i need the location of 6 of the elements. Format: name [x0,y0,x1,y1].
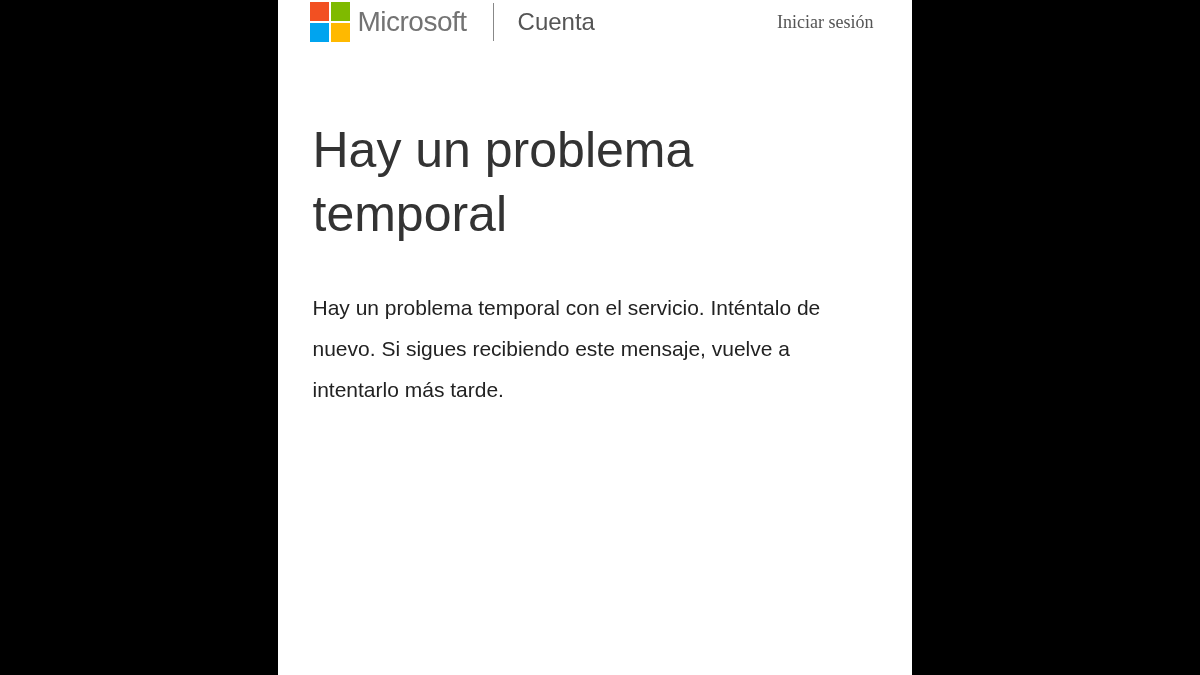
logo-icon [309,2,350,42]
error-message: Hay un problema temporal con el servicio. Inténtalo de nuevo. Si sigues recibiendo este mensaje, vuelve a intentarlo más tarde. [312,295,822,403]
section-name: Cuenta [517,8,595,36]
sign-in-link[interactable]: Iniciar sesión [777,11,874,33]
page-title: Hay un problema temporal [312,121,695,244]
brand-name: Microsoft [357,6,467,38]
